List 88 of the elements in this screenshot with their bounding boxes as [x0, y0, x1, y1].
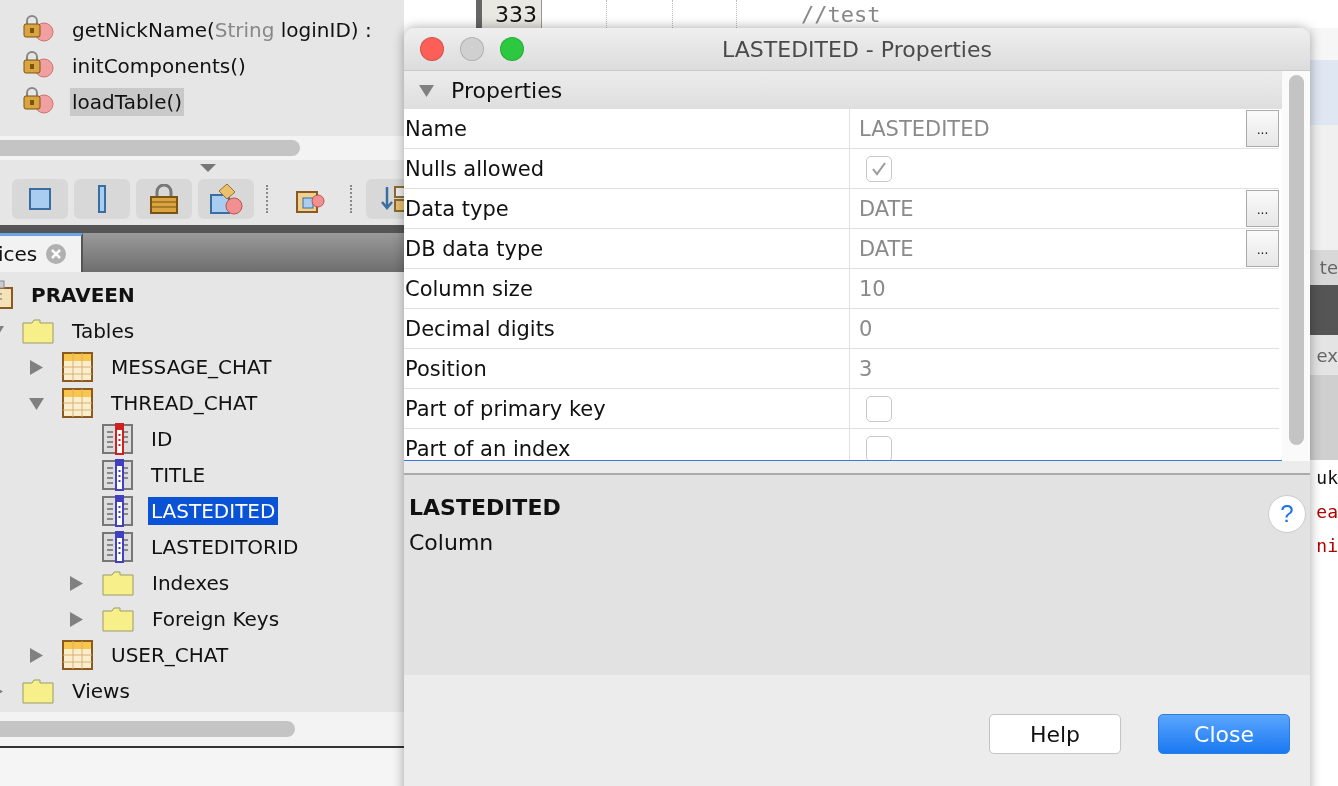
lock-icon [149, 183, 179, 214]
square-tool-button[interactable] [12, 178, 68, 219]
square-icon [29, 187, 51, 210]
bar-icon [98, 184, 106, 213]
ellipsis-button[interactable]: ... [1246, 110, 1279, 147]
member-item[interactable]: loadTable() [70, 88, 185, 116]
dialog-button[interactable]: Help [989, 714, 1121, 754]
section-header[interactable]: Properties [404, 71, 1282, 109]
property-name: DB data type [404, 229, 850, 268]
property-value: LASTEDITED [859, 116, 990, 141]
toolbar-strip [1310, 60, 1338, 125]
panel-tab[interactable]: ices [0, 233, 83, 272]
property-value: 0 [859, 316, 873, 341]
code-text: ea [1315, 499, 1338, 524]
tree-item[interactable]: TITLE [148, 461, 209, 489]
expand-toggle-icon[interactable] [68, 574, 85, 592]
property-name: Position [404, 349, 850, 388]
column-icon [102, 459, 133, 491]
table-icon [62, 388, 93, 418]
member-item[interactable]: getNickName(String loginID) : [70, 16, 374, 44]
folder-icon [102, 606, 134, 632]
folder-icon [22, 678, 54, 704]
code-text: ni [1315, 533, 1338, 558]
expand-toggle-icon[interactable] [68, 610, 85, 628]
lock-tool-button[interactable] [136, 178, 192, 219]
close-window-button[interactable] [420, 37, 444, 61]
property-value: DATE [859, 196, 914, 221]
key-column-icon [102, 423, 133, 455]
tree-item[interactable]: MESSAGE_CHAT [108, 353, 275, 381]
minimize-window-button[interactable] [460, 37, 484, 61]
scrollbar-thumb[interactable] [1288, 75, 1304, 445]
checkmark-icon [871, 161, 887, 176]
member-item[interactable]: initComponents() [70, 52, 248, 80]
tree-item[interactable]: Indexes [149, 569, 233, 597]
column-icon [102, 495, 133, 527]
folder-icon [102, 570, 134, 596]
bar-tool-button[interactable] [74, 178, 130, 219]
checkbox[interactable] [866, 395, 892, 422]
property-value: 3 [859, 356, 873, 381]
tree-item[interactable]: Foreign Keys [149, 605, 283, 633]
property-name: Name [404, 109, 850, 148]
ellipsis-button[interactable]: ... [1246, 230, 1279, 267]
code-line: //test [801, 2, 881, 28]
shapes-icon [209, 182, 243, 215]
tree-item[interactable]: PRAVEEN [28, 281, 138, 309]
header-bar [1310, 285, 1338, 335]
table-icon [62, 640, 93, 670]
window-title: LASTEDITED - Properties [722, 36, 992, 62]
lock-method-icon [22, 15, 54, 45]
help-button[interactable]: ? [1268, 495, 1306, 533]
tree-item[interactable]: LASTEDITORID [148, 533, 302, 561]
scrollbar-thumb[interactable] [0, 140, 300, 156]
tree-item[interactable]: Views [69, 677, 133, 705]
ellipsis-button[interactable]: ... [1246, 190, 1279, 227]
tree-item[interactable]: Tables [69, 317, 138, 345]
expand-toggle-icon[interactable] [28, 358, 45, 376]
property-name: Column size [404, 269, 850, 308]
property-name: Nulls allowed [404, 149, 850, 188]
property-value: 10 [859, 276, 886, 301]
line-number: 333 [495, 2, 537, 28]
zoom-window-button[interactable] [500, 37, 524, 61]
close-icon[interactable] [45, 243, 68, 265]
checkbox[interactable] [866, 435, 892, 460]
tree-item[interactable]: THREAD_CHAT [108, 389, 261, 417]
tree-item[interactable]: USER_CHAT [108, 641, 232, 669]
property-name: Data type [404, 189, 850, 228]
tree-item[interactable]: LASTEDITED [148, 497, 279, 525]
lock-method-icon [22, 51, 54, 81]
property-value: DATE [859, 236, 914, 261]
description-title: LASTEDITED [409, 495, 561, 520]
property-name: Part of primary key [404, 389, 850, 428]
folder-icon [22, 318, 54, 344]
shapes-tool-button[interactable] [198, 178, 254, 219]
sort-icon [379, 183, 404, 214]
checkbox[interactable] [866, 155, 892, 182]
tree-item[interactable]: ID [148, 425, 176, 453]
editor-tab[interactable]: te [1310, 250, 1338, 285]
dropdown-caret-icon[interactable] [200, 164, 216, 172]
property-name: Part of an index [404, 429, 850, 460]
lock-method-icon [22, 87, 54, 117]
table-icon [62, 352, 93, 382]
column-icon [102, 531, 133, 563]
code-text: uk [1315, 465, 1338, 490]
scrollbar-thumb[interactable] [0, 721, 295, 737]
expand-toggle-icon[interactable] [28, 646, 45, 664]
description-text: Column [409, 530, 494, 555]
property-name: Decimal digits [404, 309, 850, 348]
editor-tab[interactable]: ex [1310, 335, 1338, 375]
